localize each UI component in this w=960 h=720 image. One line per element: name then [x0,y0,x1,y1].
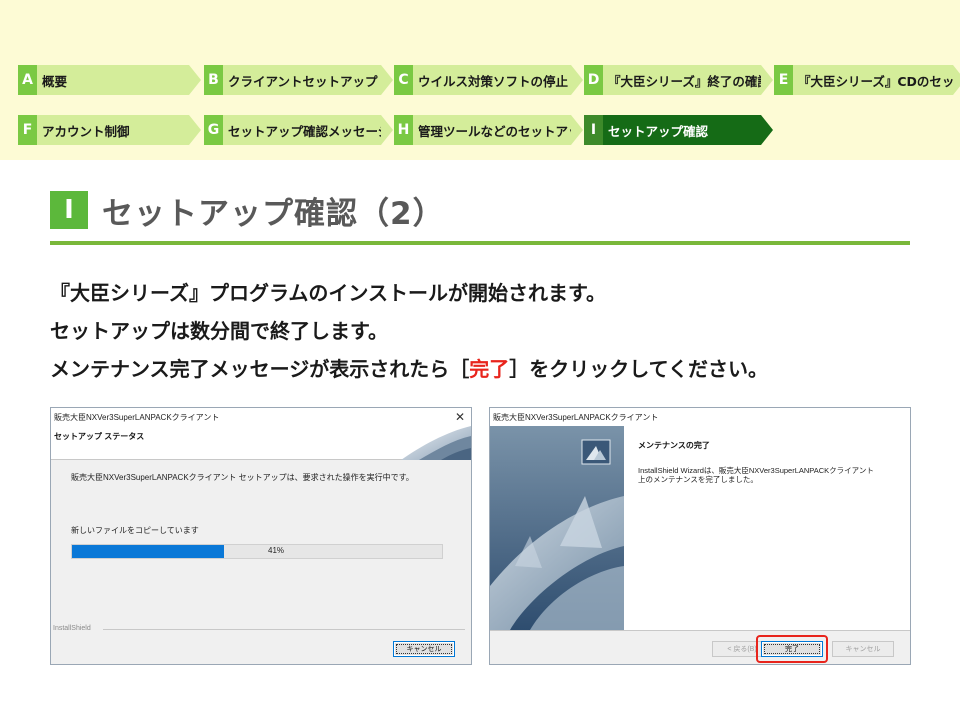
nav-arrow [953,65,960,95]
installshield-side-art-icon [490,426,624,630]
progress-percent: 41% [268,546,285,555]
instructions: 『大臣シリーズ』プログラムのインストールが開始されます。 セットアップは数分間で… [50,274,930,388]
window-titlebar: 販売大臣NXVer3SuperLANPACKクライアント ✕ [51,408,471,426]
nav-letter: I [584,115,603,145]
cancel-button[interactable]: キャンセル [393,641,455,657]
instruction-line-2: セットアップは数分間で終了します。 [50,319,388,343]
nav-arrow [189,115,201,145]
nav-label: ウイルス対策ソフトの停止 [413,65,571,95]
page-title: セットアップ確認（2） [102,195,445,232]
nav-label: 『大臣シリーズ』終了の確認 [603,65,761,95]
nav-label: セットアップ確認 [603,115,761,145]
nav-arrow [761,65,773,95]
nav-item-i[interactable]: I セットアップ確認 [584,115,773,145]
content-message: InstallShield Wizardは、販売大臣NXVer3SuperLAN… [638,466,908,484]
instruction-line-3: メンテナンス完了メッセージが表示されたら［完了］をクリックしてください。 [50,350,930,388]
nav-item-a[interactable]: A 概要 [18,65,201,95]
content-message-line-2: 上のメンテナンスを完了しました。 [638,475,758,484]
dialog-header: セットアップ ステータス [51,426,471,460]
footer-divider [103,629,465,630]
heading-divider [50,241,910,245]
nav-row-2: F アカウント制御 G セットアップ確認メッセージ H 管理ツールなどのセットア… [18,115,774,145]
nav-letter: C [394,65,413,95]
nav-letter: H [394,115,413,145]
finish-button-highlight [756,635,828,663]
installshield-brand: InstallShield [53,625,91,632]
nav-label: 概要 [37,65,189,95]
section-badge: I [50,191,88,229]
nav-arrow [381,65,393,95]
nav-arrow [571,115,583,145]
nav-letter: B [204,65,223,95]
nav-item-c[interactable]: C ウイルス対策ソフトの停止 [394,65,583,95]
finish-highlight: 完了 [469,357,510,381]
nav-letter: D [584,65,603,95]
dialog-content: メンテナンスの完了 InstallShield Wizardは、販売大臣NXVe… [624,426,910,630]
content-title: メンテナンスの完了 [638,441,710,450]
nav-label: クライアントセットアップ [223,65,381,95]
setup-status-dialog: 販売大臣NXVer3SuperLANPACKクライアント ✕ セットアップ ステ… [50,407,472,665]
nav-item-b[interactable]: B クライアントセットアップ [204,65,393,95]
maintenance-complete-dialog: 販売大臣NXVer3SuperLANPACKクライアント メンテナンスの完了 I… [489,407,911,665]
nav-label: セットアップ確認メッセージ [223,115,381,145]
instruction-line-3-suffix: ］をクリックしてください。 [509,357,769,381]
nav-item-d[interactable]: D 『大臣シリーズ』終了の確認 [584,65,773,95]
nav-letter: F [18,115,37,145]
nav-arrow [761,115,773,145]
content-message-line-1: InstallShield Wizardは、販売大臣NXVer3SuperLAN… [638,466,874,475]
nav-row-1: A 概要 B クライアントセットアップ C ウイルス対策ソフトの停止 D 『大臣… [18,65,960,95]
installshield-banner-icon [401,426,471,460]
page-heading: I セットアップ確認（2） [50,185,445,235]
nav-label: アカウント制御 [37,115,189,145]
nav-letter: G [204,115,223,145]
instruction-line-1: 『大臣シリーズ』プログラムのインストールが開始されます。 [50,281,606,305]
copy-status: 新しいファイルをコピーしています [71,526,199,535]
nav-item-g[interactable]: G セットアップ確認メッセージ [204,115,393,145]
nav-arrow [189,65,201,95]
dialog-header-title: セットアップ ステータス [54,432,145,441]
nav-label: 『大臣シリーズ』CDのセット [793,65,953,95]
progress-fill [72,545,224,558]
nav-letter: E [774,65,793,95]
close-icon[interactable]: ✕ [455,410,465,424]
nav-arrow [571,65,583,95]
cancel-button[interactable]: キャンセル [832,641,894,657]
nav-label: 管理ツールなどのセットアップ [413,115,571,145]
progress-bar: 41% [71,544,443,559]
instruction-line-3-prefix: メンテナンス完了メッセージが表示されたら［ [50,357,470,381]
nav-item-h[interactable]: H 管理ツールなどのセットアップ [394,115,583,145]
window-titlebar: 販売大臣NXVer3SuperLANPACKクライアント [490,408,910,426]
status-message: 販売大臣NXVer3SuperLANPACKクライアント セットアップは、要求さ… [71,473,414,482]
nav-item-f[interactable]: F アカウント制御 [18,115,201,145]
window-title: 販売大臣NXVer3SuperLANPACKクライアント [493,412,659,422]
nav-letter: A [18,65,37,95]
footer-divider [490,630,910,631]
window-title: 販売大臣NXVer3SuperLANPACKクライアント [54,412,220,422]
nav-item-e[interactable]: E 『大臣シリーズ』CDのセット [774,65,960,95]
nav-arrow [381,115,393,145]
